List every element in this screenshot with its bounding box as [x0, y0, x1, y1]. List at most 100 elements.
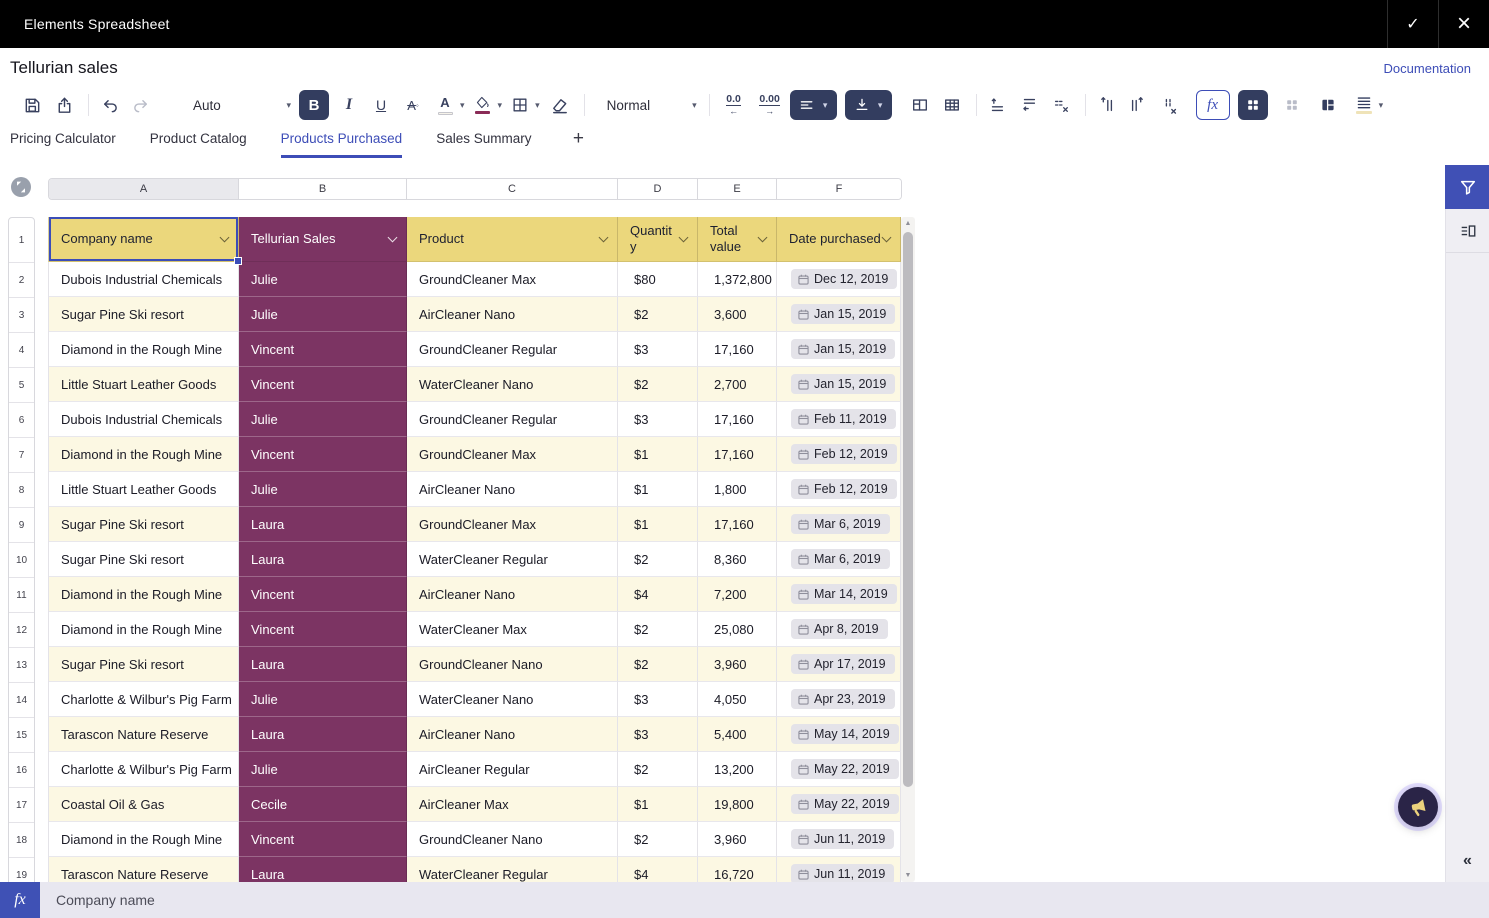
row-number-14[interactable]: 14: [9, 683, 34, 718]
cell-total[interactable]: 4,050: [698, 682, 777, 717]
fill-color-dropdown-icon[interactable]: ▾: [498, 100, 503, 111]
row-number-2[interactable]: 2: [9, 263, 34, 298]
vertical-align-button[interactable]: ▾: [845, 90, 892, 120]
cell-sales[interactable]: Julie: [239, 682, 407, 717]
row-number-7[interactable]: 7: [9, 438, 34, 473]
formula-button[interactable]: fx: [1196, 90, 1230, 120]
delete-column-button[interactable]: [1158, 91, 1182, 119]
date-pill[interactable]: May 22, 2019: [791, 759, 899, 779]
cell-product[interactable]: AirCleaner Max: [407, 787, 618, 822]
cell-date[interactable]: Jun 11, 2019: [777, 822, 901, 857]
cell-company[interactable]: Little Stuart Leather Goods: [49, 472, 239, 507]
cell-quantity[interactable]: $2: [618, 752, 698, 787]
cell-company[interactable]: Diamond in the Rough Mine: [49, 612, 239, 647]
cell-style-selector[interactable]: Normal▾: [607, 98, 697, 113]
row-number-9[interactable]: 9: [9, 508, 34, 543]
date-pill[interactable]: Apr 8, 2019: [791, 619, 888, 639]
cell-quantity[interactable]: $1: [618, 787, 698, 822]
cell-sales[interactable]: Laura: [239, 717, 407, 752]
cell-sales[interactable]: Julie: [239, 752, 407, 787]
row-number-11[interactable]: 11: [9, 578, 34, 613]
date-pill[interactable]: Dec 12, 2019: [791, 269, 897, 289]
selection-fill-handle[interactable]: [234, 257, 242, 265]
borders-button[interactable]: [508, 91, 532, 119]
cell-sales[interactable]: Laura: [239, 647, 407, 682]
cell-date[interactable]: Jan 15, 2019: [777, 367, 901, 402]
cell-total[interactable]: 17,160: [698, 332, 777, 367]
cell-quantity[interactable]: $1: [618, 437, 698, 472]
cell-sales[interactable]: Vincent: [239, 367, 407, 402]
cell-sales[interactable]: Vincent: [239, 437, 407, 472]
cell-date[interactable]: May 14, 2019: [777, 717, 901, 752]
formula-bar-value[interactable]: Company name: [56, 892, 155, 908]
cell-date[interactable]: Apr 17, 2019: [777, 647, 901, 682]
cell-total[interactable]: 8,360: [698, 542, 777, 577]
cell-total[interactable]: 3,960: [698, 647, 777, 682]
column-letter-e[interactable]: E: [698, 179, 777, 199]
text-color-dropdown-icon[interactable]: ▾: [460, 100, 465, 111]
tab-products-purchased[interactable]: Products Purchased: [281, 122, 403, 158]
cell-quantity[interactable]: $2: [618, 612, 698, 647]
cell-company[interactable]: Tarascon Nature Reserve: [49, 857, 239, 882]
cell-total[interactable]: 25,080: [698, 612, 777, 647]
cell-total[interactable]: 1,372,800: [698, 262, 777, 297]
cell-product[interactable]: GroundCleaner Max: [407, 437, 618, 472]
date-pill[interactable]: Apr 23, 2019: [791, 689, 895, 709]
cell-date[interactable]: May 22, 2019: [777, 752, 901, 787]
row-number-10[interactable]: 10: [9, 543, 34, 578]
cell-sales[interactable]: Vincent: [239, 577, 407, 612]
row-banding-dropdown-icon[interactable]: ▾: [1379, 100, 1384, 111]
cell-total[interactable]: 19,800: [698, 787, 777, 822]
save-button[interactable]: [20, 91, 44, 119]
cell-company[interactable]: Dubois Industrial Chemicals: [49, 262, 239, 297]
cell-sales[interactable]: Laura: [239, 542, 407, 577]
cell-product[interactable]: AirCleaner Regular: [407, 752, 618, 787]
cell-company[interactable]: Coastal Oil & Gas: [49, 787, 239, 822]
fill-color-button[interactable]: [471, 91, 495, 119]
row-number-15[interactable]: 15: [9, 718, 34, 753]
bold-button[interactable]: B: [299, 90, 329, 120]
header-cell-company[interactable]: Company name: [49, 217, 239, 262]
table-view-button[interactable]: [1238, 90, 1268, 120]
cell-total[interactable]: 3,960: [698, 822, 777, 857]
cell-total[interactable]: 5,400: [698, 717, 777, 752]
cell-sales[interactable]: Julie: [239, 262, 407, 297]
cell-company[interactable]: Charlotte & Wilbur's Pig Farm: [49, 682, 239, 717]
cell-quantity[interactable]: $3: [618, 682, 698, 717]
cell-sales[interactable]: Julie: [239, 402, 407, 437]
announcements-button[interactable]: [1398, 787, 1438, 827]
cell-date[interactable]: Apr 23, 2019: [777, 682, 901, 717]
cell-quantity[interactable]: $4: [618, 857, 698, 882]
cell-quantity[interactable]: $2: [618, 647, 698, 682]
cell-quantity[interactable]: $3: [618, 332, 698, 367]
cell-company[interactable]: Sugar Pine Ski resort: [49, 647, 239, 682]
date-pill[interactable]: Feb 12, 2019: [791, 444, 897, 464]
documentation-link[interactable]: Documentation: [1384, 61, 1471, 76]
cell-product[interactable]: WaterCleaner Regular: [407, 857, 618, 882]
cell-date[interactable]: May 22, 2019: [777, 787, 901, 822]
cell-product[interactable]: AirCleaner Nano: [407, 577, 618, 612]
cell-quantity[interactable]: $1: [618, 507, 698, 542]
cell-company[interactable]: Diamond in the Rough Mine: [49, 437, 239, 472]
cell-quantity[interactable]: $4: [618, 577, 698, 612]
cell-date[interactable]: Jan 15, 2019: [777, 332, 901, 367]
cell-date[interactable]: Mar 6, 2019: [777, 542, 901, 577]
cell-date[interactable]: Mar 6, 2019: [777, 507, 901, 542]
row-banding-button[interactable]: [1352, 91, 1376, 119]
row-number-18[interactable]: 18: [9, 823, 34, 858]
redo-button[interactable]: [129, 91, 153, 119]
cell-product[interactable]: GroundCleaner Max: [407, 262, 618, 297]
row-number-8[interactable]: 8: [9, 473, 34, 508]
cell-sales[interactable]: Julie: [239, 472, 407, 507]
add-sheet-button[interactable]: +: [565, 122, 591, 158]
cell-company[interactable]: Sugar Pine Ski resort: [49, 507, 239, 542]
cell-product[interactable]: GroundCleaner Regular: [407, 332, 618, 367]
decrease-decimal-button[interactable]: 0.0←: [722, 91, 746, 119]
unmerge-cells-button[interactable]: [940, 91, 964, 119]
cell-quantity[interactable]: $3: [618, 717, 698, 752]
cell-date[interactable]: Feb 11, 2019: [777, 402, 901, 437]
formula-fx-button[interactable]: fx: [0, 882, 40, 918]
cell-company[interactable]: Diamond in the Rough Mine: [49, 332, 239, 367]
header-cell-date[interactable]: Date purchased: [777, 217, 901, 262]
cell-total[interactable]: 2,700: [698, 367, 777, 402]
